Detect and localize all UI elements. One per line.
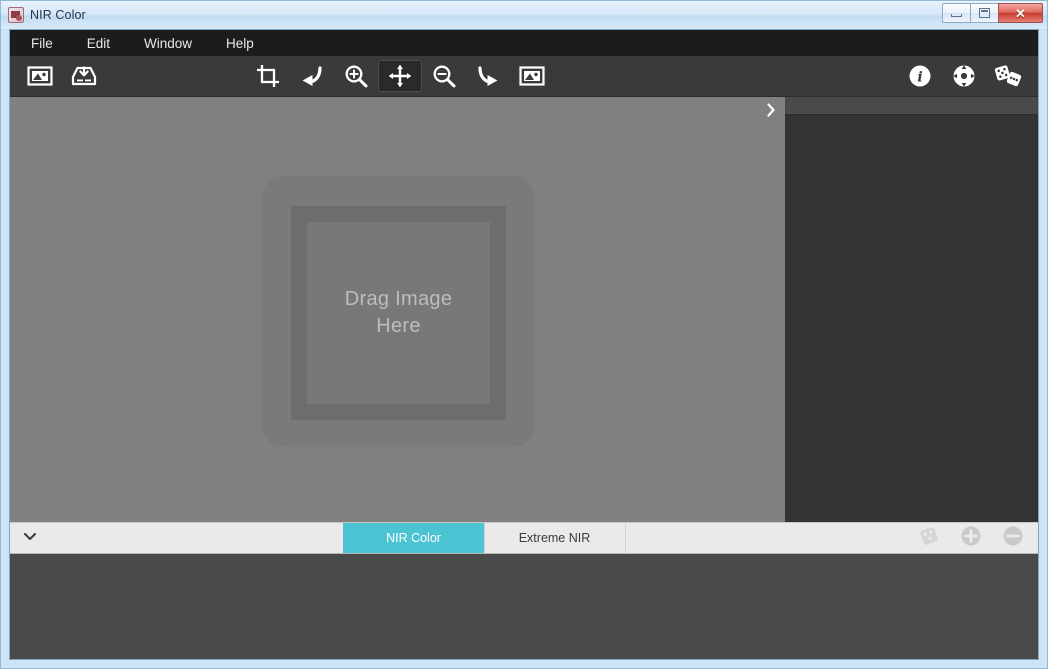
minimize-icon (951, 14, 962, 17)
maximize-icon (979, 8, 990, 18)
minus-icon (1002, 525, 1024, 552)
image-canvas[interactable]: Drag Image Here (10, 97, 785, 522)
menu-file[interactable]: File (22, 32, 66, 55)
save-image-icon (70, 64, 98, 88)
undo-icon (299, 64, 325, 88)
move-icon (388, 64, 412, 88)
undo-button[interactable] (290, 60, 334, 92)
dice-icon (918, 525, 940, 552)
zoom-out-icon (432, 64, 456, 88)
menu-help[interactable]: Help (217, 32, 267, 55)
app-image-icon (8, 7, 24, 23)
preset-actions (918, 523, 1038, 553)
randomize-button[interactable] (986, 60, 1030, 92)
redo-icon (475, 64, 501, 88)
crop-button[interactable] (246, 60, 290, 92)
info-icon: i (908, 64, 932, 88)
dice-pair-icon (993, 64, 1023, 88)
crop-icon (256, 64, 280, 88)
tab-bar-spacer-right (624, 523, 919, 553)
plus-icon (960, 525, 982, 552)
tab-nir-color[interactable]: NIR Color (342, 523, 484, 553)
application-window: NIR Color ✕ File Edit Window Help i Drag… (0, 0, 1048, 669)
randomize-preset-button[interactable] (918, 525, 940, 552)
add-preset-button[interactable] (960, 525, 982, 552)
menu-bar: File Edit Window Help (10, 30, 1038, 56)
open-image-button[interactable] (18, 60, 62, 92)
close-button[interactable]: ✕ (998, 3, 1043, 23)
parameter-pane (10, 554, 1038, 659)
collapse-panel-button[interactable] (10, 523, 50, 553)
fit-image-icon (519, 65, 545, 87)
menu-window[interactable]: Window (135, 32, 205, 55)
toolbar: i (10, 56, 1038, 97)
settings-icon (952, 64, 976, 88)
save-image-button[interactable] (62, 60, 106, 92)
title-bar: NIR Color ✕ (1, 1, 1047, 29)
minimize-button[interactable] (942, 3, 971, 23)
client-area: File Edit Window Help i Drag Image Here … (9, 29, 1039, 660)
redo-button[interactable] (466, 60, 510, 92)
drop-zone-label: Drag Image Here (307, 286, 490, 340)
tab-extreme-nir[interactable]: Extreme NIR (483, 523, 625, 553)
maximize-button[interactable] (970, 3, 999, 23)
workspace: Drag Image Here (10, 97, 1038, 522)
drop-zone-label-line2: Here (376, 315, 421, 337)
info-button[interactable]: i (898, 60, 942, 92)
chevron-down-icon (22, 529, 38, 547)
close-icon: ✕ (1015, 5, 1026, 21)
open-image-icon (27, 65, 53, 87)
menu-edit[interactable]: Edit (78, 32, 123, 55)
pan-button[interactable] (378, 60, 422, 92)
drop-zone-frame: Drag Image Here (291, 206, 506, 420)
settings-button[interactable] (942, 60, 986, 92)
svg-text:i: i (917, 70, 922, 86)
remove-preset-button[interactable] (1002, 525, 1024, 552)
window-controls: ✕ (942, 3, 1043, 23)
side-panel-header (785, 97, 1038, 115)
side-panel (785, 97, 1038, 522)
fit-image-button[interactable] (510, 60, 554, 92)
expand-panel-button[interactable] (757, 97, 785, 127)
image-drop-zone[interactable]: Drag Image Here (262, 176, 535, 447)
zoom-in-icon (344, 64, 368, 88)
tab-bar-spacer-left (50, 523, 343, 553)
zoom-out-button[interactable] (422, 60, 466, 92)
window-title: NIR Color (30, 8, 86, 22)
preset-tab-bar: NIR Color Extreme NIR (10, 522, 1038, 554)
zoom-in-button[interactable] (334, 60, 378, 92)
drop-zone-label-line1: Drag Image (344, 288, 453, 310)
chevron-right-icon (765, 102, 777, 123)
